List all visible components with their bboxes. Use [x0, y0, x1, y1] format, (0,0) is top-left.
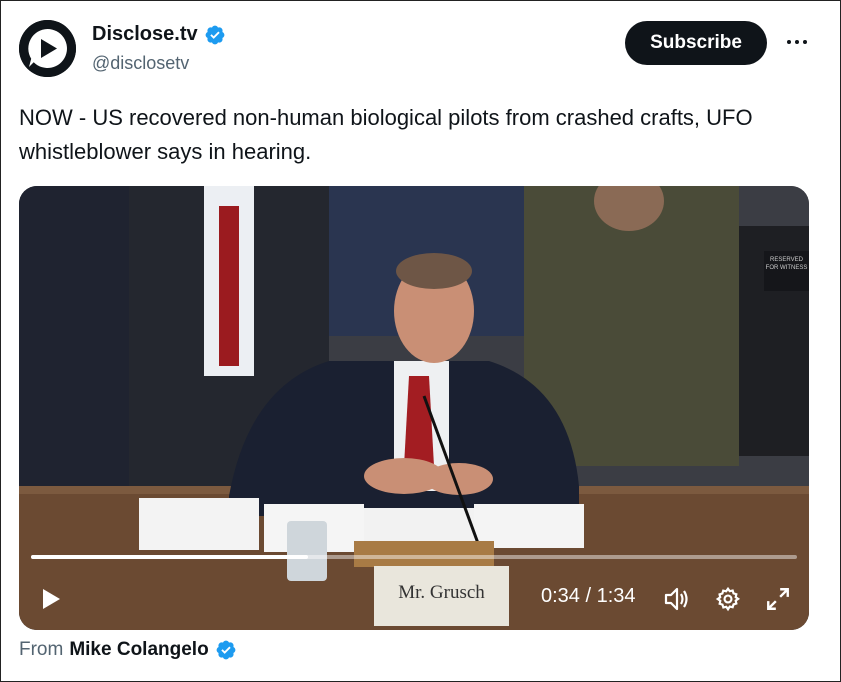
video-current-time: 0:34	[541, 585, 580, 607]
video-attribution: From Mike Colangelo	[19, 639, 237, 661]
volume-icon	[664, 587, 688, 611]
tweet-card: Disclose.tv @disclosetv Subscribe NOW - …	[0, 0, 841, 682]
more-dots-icon[interactable]	[783, 31, 811, 53]
expand-icon	[767, 588, 789, 610]
video-player[interactable]: Mr. Grusch RESERVED FOR WITNESS 0:34 / 1…	[19, 186, 809, 630]
author-avatar[interactable]	[19, 20, 76, 77]
disclose-logo-icon	[19, 20, 76, 77]
author-display-name[interactable]: Disclose.tv	[92, 23, 198, 46]
attribution-name[interactable]: Mike Colangelo	[69, 639, 208, 661]
tweet-text: NOW - US recovered non-human biological …	[19, 105, 753, 164]
video-duration: 1:34	[596, 585, 636, 607]
verified-badge-icon	[205, 25, 225, 44]
gear-icon	[715, 586, 741, 612]
play-icon	[43, 589, 60, 609]
verified-badge-icon	[216, 640, 236, 660]
video-time: 0:34 / 1:34	[541, 585, 636, 608]
video-frame	[19, 186, 809, 630]
play-button[interactable]	[33, 582, 67, 616]
settings-button[interactable]	[713, 584, 743, 614]
author-handle[interactable]: @disclosetv	[92, 53, 189, 74]
subscribe-button[interactable]: Subscribe	[625, 21, 767, 65]
volume-button[interactable]	[661, 584, 693, 614]
video-progress-fill	[31, 555, 309, 559]
video-progress-bar[interactable]	[31, 555, 797, 559]
witness-nameplate: Mr. Grusch	[398, 582, 485, 603]
video-time-separator: /	[585, 585, 592, 607]
author-name-row: Disclose.tv	[92, 23, 226, 46]
attribution-prefix: From	[19, 639, 64, 660]
fullscreen-button[interactable]	[763, 584, 793, 614]
reserved-sign: RESERVED FOR WITNESS	[765, 257, 808, 271]
